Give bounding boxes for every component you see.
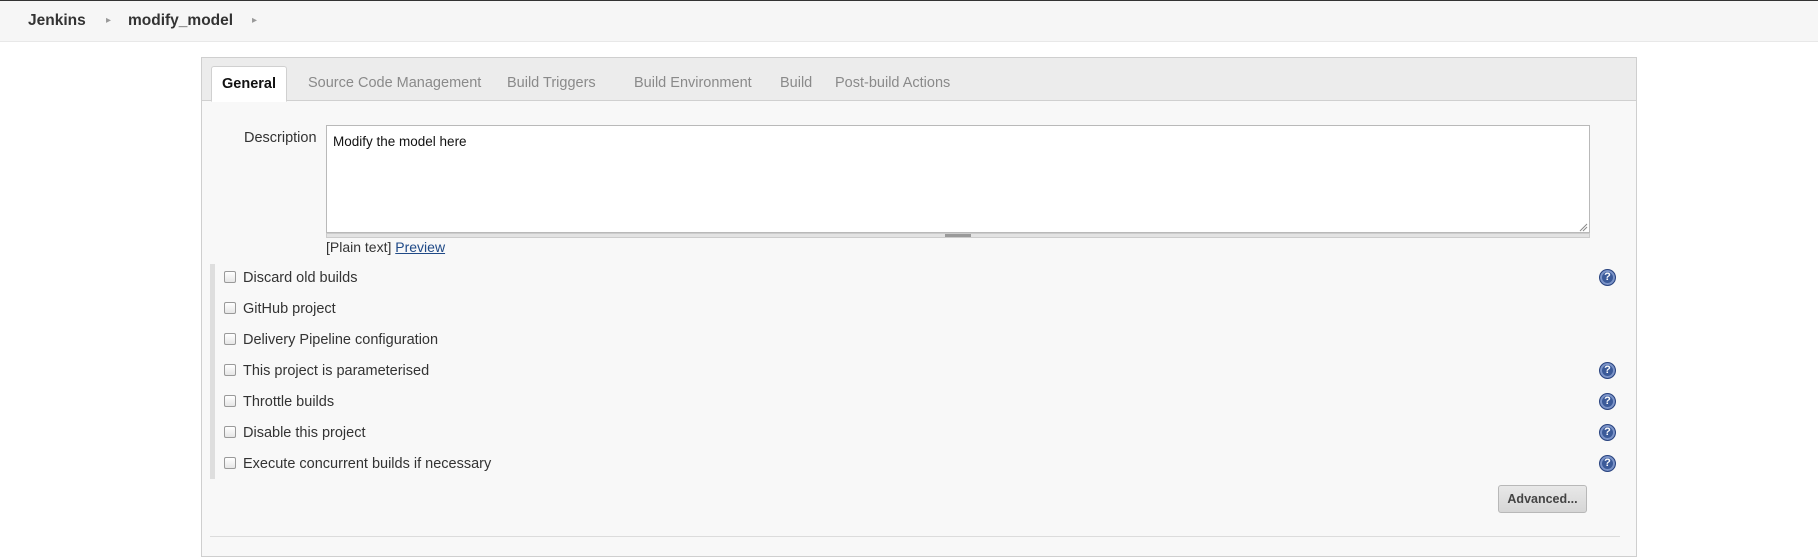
tab-general[interactable]: General <box>211 66 287 102</box>
tab-build-environment[interactable]: Build Environment <box>624 66 762 101</box>
tab-build-triggers[interactable]: Build Triggers <box>497 66 606 101</box>
parameterised-checkbox[interactable] <box>224 364 236 376</box>
throttle-builds-label[interactable]: Throttle builds <box>243 392 334 412</box>
textarea-resize-handle[interactable] <box>945 234 971 237</box>
help-icon[interactable]: ? <box>1599 393 1616 410</box>
description-textarea[interactable]: Modify the model here <box>326 125 1590 233</box>
disable-project-checkbox[interactable] <box>224 426 236 438</box>
concurrent-builds-label[interactable]: Execute concurrent builds if necessary <box>243 454 491 474</box>
help-icon[interactable]: ? <box>1599 362 1616 379</box>
github-project-checkbox[interactable] <box>224 302 236 314</box>
discard-old-builds-checkbox[interactable] <box>224 271 236 283</box>
github-project-label[interactable]: GitHub project <box>243 299 336 319</box>
preview-link[interactable]: Preview <box>395 239 445 255</box>
description-label: Description <box>244 130 317 146</box>
help-icon[interactable]: ? <box>1599 424 1616 441</box>
tab-post-build-actions[interactable]: Post-build Actions <box>825 66 960 101</box>
help-icon[interactable]: ? <box>1599 269 1616 286</box>
delivery-pipeline-checkbox[interactable] <box>224 333 236 345</box>
breadcrumb-jenkins[interactable]: Jenkins <box>28 1 86 41</box>
description-format-line: [Plain text] Preview <box>326 239 445 255</box>
advanced-button[interactable]: Advanced... <box>1498 485 1587 513</box>
parameterised-label[interactable]: This project is parameterised <box>243 361 429 381</box>
help-icon[interactable]: ? <box>1599 455 1616 472</box>
disable-project-label[interactable]: Disable this project <box>243 423 366 443</box>
plain-text-label: [Plain text] <box>326 239 392 255</box>
options-section-bar <box>210 264 215 479</box>
breadcrumb-modify-model[interactable]: modify_model <box>128 1 233 41</box>
tab-build[interactable]: Build <box>770 66 822 101</box>
resize-grip-icon[interactable] <box>1578 222 1588 232</box>
config-tab-bar: General Source Code Management Build Tri… <box>202 58 1636 102</box>
breadcrumb-separator-icon[interactable]: ▸ <box>106 1 111 41</box>
discard-old-builds-label[interactable]: Discard old builds <box>243 268 357 288</box>
breadcrumb-menu-arrow-icon[interactable]: ▸ <box>252 1 257 41</box>
concurrent-builds-checkbox[interactable] <box>224 457 236 469</box>
delivery-pipeline-label[interactable]: Delivery Pipeline configuration <box>243 330 438 350</box>
top-breadcrumb-bar: Jenkins ▸ modify_model ▸ <box>0 0 1818 42</box>
throttle-builds-checkbox[interactable] <box>224 395 236 407</box>
section-divider <box>210 536 1620 537</box>
tab-source-code-management[interactable]: Source Code Management <box>298 66 491 101</box>
